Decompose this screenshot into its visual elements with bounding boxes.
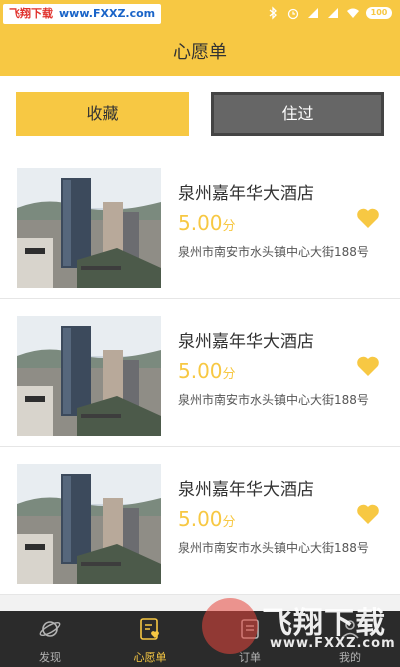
hotel-card[interactable]: 泉州嘉年华大酒店 5.00分 泉州市南安市水头镇中心大街188号 — [0, 299, 400, 447]
watermark-logo-icon — [202, 598, 258, 654]
watermark-top-left: 飞翔下载 www.FXXZ.com — [3, 4, 162, 24]
hotel-address: 泉州市南安市水头镇中心大街188号 — [178, 541, 369, 555]
signal-icon-1 — [308, 8, 318, 18]
hotel-photo-image — [17, 464, 161, 584]
nav-label: 发现 — [39, 651, 61, 664]
battery-icon: 100 — [366, 7, 392, 19]
hotel-name: 泉州嘉年华大酒店 — [178, 332, 314, 352]
hotel-photo — [17, 316, 161, 436]
signal-icon-2 — [328, 8, 338, 18]
top-bar: 飞翔下载 www.FXXZ.com 100 心愿单 — [0, 0, 400, 76]
status-bar: 飞翔下载 www.FXXZ.com 100 — [0, 0, 400, 28]
bluetooth-icon — [269, 6, 277, 20]
nav-label: 心愿单 — [133, 651, 167, 664]
nav-wishlist[interactable]: 心愿单 — [100, 611, 200, 667]
rating-score: 5.00 — [178, 359, 223, 383]
tab-bar: 收藏 住过 — [0, 76, 400, 151]
watermark-domain: www.FXXZ.com — [270, 636, 396, 651]
tab-stayed[interactable]: 住过 — [211, 92, 384, 136]
tab-favorites[interactable]: 收藏 — [16, 92, 189, 136]
planet-icon — [39, 621, 61, 637]
rating-score: 5.00 — [178, 507, 223, 531]
rating-score: 5.00 — [178, 211, 223, 235]
hotel-photo-image — [17, 168, 161, 288]
hotel-photo — [17, 464, 161, 584]
wishlist-icon — [140, 618, 159, 640]
heart-icon[interactable] — [356, 503, 380, 525]
status-icons: 100 — [266, 6, 392, 20]
hotel-rating: 5.00分 — [178, 211, 236, 235]
heart-icon[interactable] — [356, 355, 380, 377]
hotel-photo-image — [17, 316, 161, 436]
alarm-icon — [287, 8, 299, 20]
page-title: 心愿单 — [173, 42, 227, 63]
hotel-card[interactable]: 泉州嘉年华大酒店 5.00分 泉州市南安市水头镇中心大街188号 — [0, 447, 400, 595]
hotel-name: 泉州嘉年华大酒店 — [178, 480, 314, 500]
wifi-icon — [347, 8, 359, 18]
hotel-rating: 5.00分 — [178, 507, 236, 531]
hotel-address: 泉州市南安市水头镇中心大街188号 — [178, 245, 369, 259]
watermark-bottom-right: 飞翔下载 www.FXXZ.com — [200, 590, 400, 667]
hotel-photo — [17, 168, 161, 288]
hotel-rating: 5.00分 — [178, 359, 236, 383]
watermark-brand: 飞翔下载 — [9, 7, 53, 20]
rating-unit: 分 — [222, 515, 236, 530]
hotel-name: 泉州嘉年华大酒店 — [178, 184, 314, 204]
heart-icon[interactable] — [356, 207, 380, 229]
hotel-address: 泉州市南安市水头镇中心大街188号 — [178, 393, 369, 407]
nav-discover[interactable]: 发现 — [0, 611, 100, 667]
rating-unit: 分 — [222, 367, 236, 382]
watermark-domain: www.FXXZ.com — [59, 7, 156, 20]
rating-unit: 分 — [222, 219, 236, 234]
hotel-card[interactable]: 泉州嘉年华大酒店 5.00分 泉州市南安市水头镇中心大街188号 — [0, 151, 400, 299]
